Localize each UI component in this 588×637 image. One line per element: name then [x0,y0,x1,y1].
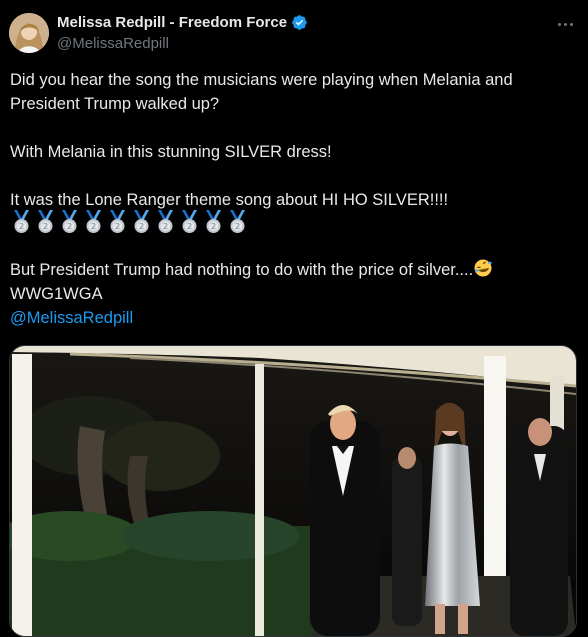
svg-text:2: 2 [91,222,96,231]
avatar[interactable] [9,13,49,53]
silver-medal-icon: 2 [182,210,197,233]
svg-text:2: 2 [115,222,120,231]
silver-medal-icon: 2 [158,210,173,233]
silver-medal-icon: 2 [86,210,101,233]
tweet-line: With Melania in this stunning SILVER dre… [10,143,332,161]
tweet-line: WWG1WGA [10,285,103,303]
svg-text:2: 2 [235,222,240,231]
tweet-header: Melissa Redpill - Freedom Force @Melissa… [0,0,588,64]
mention-link[interactable]: @MelissaRedpill [10,309,133,327]
silver-medal-icon: 2 [230,210,245,233]
tweet-line: It was the Lone Ranger theme song about … [10,191,449,209]
silver-medal-icon: 2 [134,210,149,233]
svg-text:2: 2 [43,222,48,231]
silver-medal-icon: 2 [110,210,125,233]
more-options-icon[interactable] [551,14,579,34]
tweet-media[interactable] [9,345,577,637]
svg-text:2: 2 [19,222,24,231]
author-name-row: Melissa Redpill - Freedom Force [57,14,308,31]
svg-text:2: 2 [163,222,168,231]
medal-emoji-row: 2 2 2 2 2 2 2 2 2 2 [10,210,580,234]
svg-text:2: 2 [67,222,72,231]
author-handle[interactable]: @MelissaRedpill [57,35,169,52]
author-display-name[interactable]: Melissa Redpill - Freedom Force [57,14,287,31]
tweet-line: President Trump walked up? [10,95,220,113]
silver-medal-icon: 2 [14,210,29,233]
tweet-line-text: But President Trump had nothing to do wi… [10,261,474,279]
verified-badge-icon [292,15,307,30]
avatar-photo [9,13,49,53]
silver-medal-icon: 2 [38,210,53,233]
tweet-line: Did you hear the song the musicians were… [10,71,513,89]
laughing-emoji-icon [474,259,492,277]
tweet-line: But President Trump had nothing to do wi… [10,258,580,282]
silver-medal-icon: 2 [62,210,77,233]
svg-text:2: 2 [139,222,144,231]
tweet-text: Did you hear the song the musicians were… [10,68,580,330]
svg-text:2: 2 [211,222,216,231]
svg-text:2: 2 [187,222,192,231]
silver-medal-icon: 2 [206,210,221,233]
media-photo [10,346,576,636]
